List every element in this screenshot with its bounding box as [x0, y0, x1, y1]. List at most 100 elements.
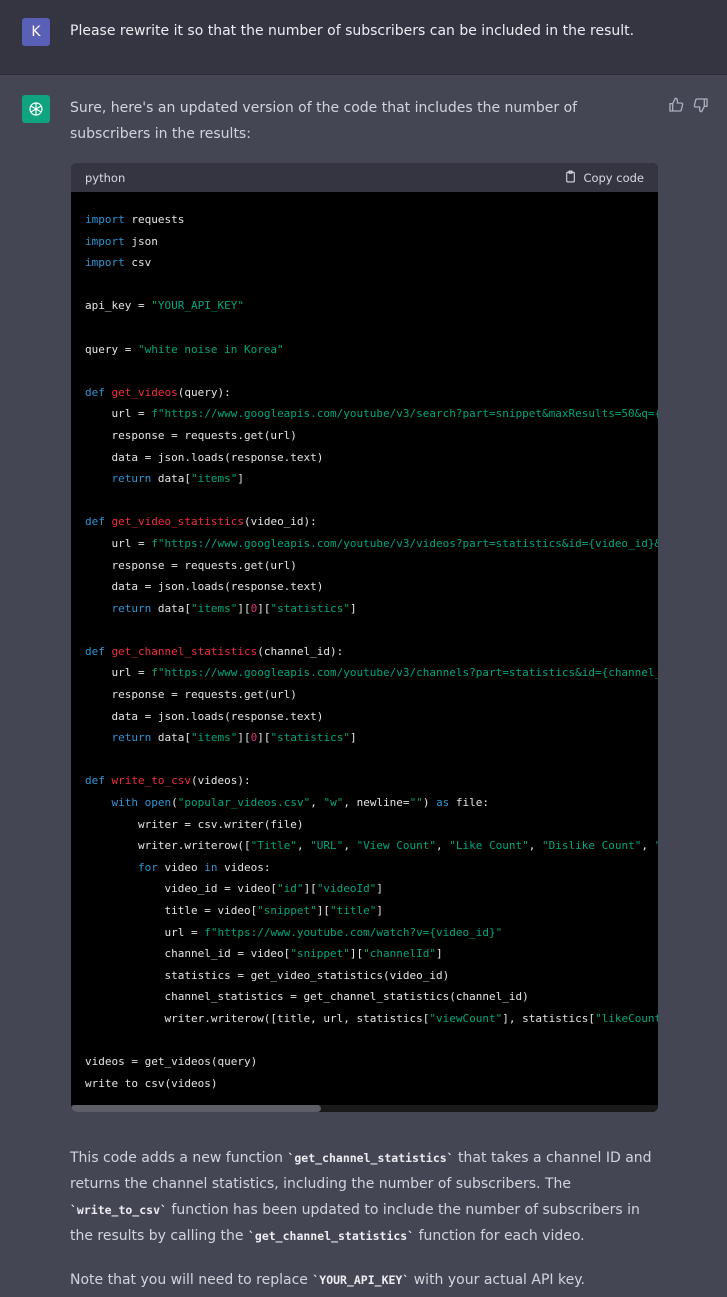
code-token: response = requests.get(url) [85, 428, 297, 442]
code-token: ) [422, 796, 437, 810]
code-token: response = requests.get(url) [85, 688, 297, 702]
code-line: url = f"https://www.googleapis.com/youtu… [85, 407, 658, 420]
code-token: data[ [151, 601, 191, 615]
code-token: (query): [177, 385, 231, 399]
horizontal-scrollbar[interactable] [71, 1105, 658, 1112]
code-line: def get_videos(query): [85, 386, 231, 399]
code-line: import csv [85, 256, 151, 269]
code-token: , [296, 839, 311, 853]
code-token: url = [85, 666, 152, 680]
code-token: json [124, 234, 158, 248]
code-line: def get_video_statistics(video_id): [85, 515, 317, 528]
para-text: This code adds a new function [70, 1150, 288, 1166]
scrollbar-thumb[interactable] [71, 1105, 321, 1112]
code-token: url = [85, 407, 152, 421]
code-token: channel_statistics = get_channel_statist… [85, 990, 529, 1004]
code-line: url = f"https://www.youtube.com/watch?v=… [85, 926, 502, 939]
code-token: f"https://www.youtube.com/watch?v={video… [204, 925, 503, 939]
code-token: csv [124, 256, 152, 270]
code-token: "id" [277, 882, 304, 896]
code-token: response = requests.get(url) [85, 558, 297, 572]
para-text: with your actual API key. [409, 1272, 585, 1288]
code-line: statistics = get_video_statistics(video_… [85, 969, 449, 982]
code-line: response = requests.get(url) [85, 428, 297, 442]
user-avatar: K [22, 18, 50, 46]
code-token: open [144, 796, 172, 810]
code-token: get_channel_statistics [111, 644, 258, 658]
code-line: import json [85, 235, 158, 248]
code-token: "View Count" [356, 839, 437, 853]
code-token: "Favo [655, 839, 658, 852]
code-line: return data["items"][0]["statistics"] [85, 602, 357, 615]
code-token: ][ [349, 947, 364, 961]
code-token: import [85, 256, 125, 270]
code-token: "YOUR_API_KEY" [151, 299, 244, 313]
code-token: , newline= [343, 796, 410, 810]
code-token: ] [349, 601, 357, 615]
code-token: ] [349, 731, 357, 745]
code-token: ][ [316, 904, 331, 917]
code-token: "snippet" [290, 947, 350, 961]
code-token: f"https://www.googleapis.com/youtube/v3/… [151, 407, 658, 421]
code-token: data[ [151, 472, 191, 486]
code-line: title = video["snippet"]["title"] [85, 904, 383, 917]
inline-code: `get_channel_statistics` [247, 1229, 415, 1243]
openai-logo-icon [22, 95, 50, 123]
code-block: python Copy code import requests import … [71, 163, 658, 1112]
code-token: def [85, 774, 105, 788]
code-token: "snippet" [257, 904, 317, 917]
code-token: , [436, 839, 450, 853]
code-token: videos = get_videos(query) [85, 1055, 258, 1069]
code-token: "viewCount" [429, 1011, 503, 1025]
code-token: "title" [330, 904, 377, 917]
inline-code: `get_channel_statistics` [287, 1151, 454, 1165]
code-token: (channel_id): [257, 644, 344, 658]
clipboard-icon [564, 170, 577, 186]
code-token: get_videos [111, 385, 178, 399]
code-token: ][ [237, 731, 251, 745]
code-token: videos: [217, 860, 271, 874]
code-token: as [436, 796, 450, 810]
user-message-row: K Please rewrite it so that the number o… [0, 0, 727, 75]
code-line: response = requests.get(url) [85, 558, 297, 572]
code-token: "URL" [310, 839, 344, 853]
code-token: ] [237, 472, 244, 486]
code-token: query = [85, 342, 138, 356]
code-token: "" [409, 796, 423, 810]
feedback-buttons [668, 97, 709, 113]
code-token: "channelId" [363, 947, 437, 961]
code-token: requests [124, 213, 185, 226]
thumbs-up-icon[interactable] [668, 97, 684, 113]
code-token: , [641, 839, 655, 853]
code-token: with [111, 796, 139, 810]
code-line: write_to_csv(videos) [85, 1077, 217, 1089]
code-line: channel_id = video["snippet"]["channelId… [85, 947, 443, 961]
code-token: "w" [323, 796, 344, 810]
code-token: (video_id): [243, 515, 317, 529]
code-token: def [85, 644, 105, 658]
code-token: title = video[ [85, 904, 258, 917]
code-line: def write_to_csv(videos): [85, 774, 251, 787]
thumbs-down-icon[interactable] [693, 97, 709, 113]
code-token: writer = csv.writer(file) [85, 817, 304, 831]
code-line: for video in videos: [85, 861, 270, 874]
code-token: (videos): [190, 774, 251, 788]
code-line: channel_statistics = get_channel_statist… [85, 990, 529, 1004]
code-token: ] [436, 947, 443, 961]
inline-code: `YOUR_API_KEY` [312, 1273, 410, 1287]
code-token: , [343, 839, 357, 853]
code-language-label: python [85, 170, 126, 185]
code-content[interactable]: import requests import json import csv a… [71, 192, 658, 1089]
code-token: "Title" [250, 839, 297, 853]
copy-code-button[interactable]: Copy code [564, 170, 644, 186]
code-token: def [85, 515, 105, 529]
code-token: video [157, 860, 205, 874]
code-token: "items" [191, 601, 238, 615]
code-line: url = f"https://www.googleapis.com/youtu… [85, 537, 658, 550]
